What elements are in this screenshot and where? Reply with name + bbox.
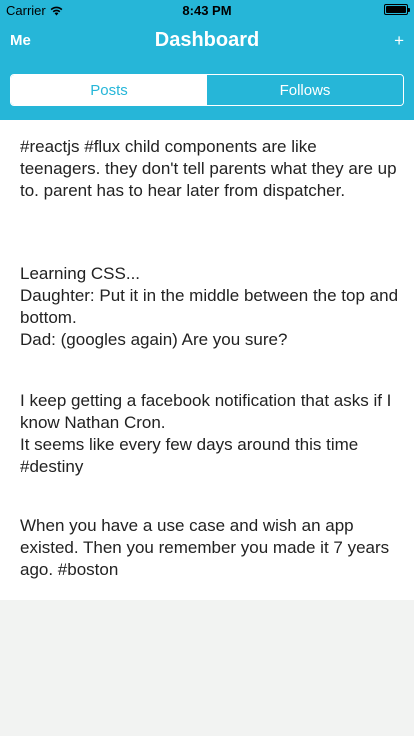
post-item[interactable]: #reactjs #flux child components are like… <box>20 136 400 202</box>
battery-level <box>386 6 406 13</box>
posts-feed: #reactjs #flux child components are like… <box>0 120 414 600</box>
tab-follows[interactable]: Follows <box>207 75 403 105</box>
header: Carrier 8:43 PM Me Dashboard + Posts Fol… <box>0 0 414 120</box>
post-item[interactable]: When you have a use case and wish an app… <box>20 515 400 581</box>
post-item[interactable]: Learning CSS... Daughter: Put it in the … <box>20 263 400 351</box>
tab-posts[interactable]: Posts <box>11 75 207 105</box>
me-button[interactable]: Me <box>10 32 31 49</box>
add-button[interactable]: + <box>394 31 404 51</box>
status-time: 8:43 PM <box>182 3 232 18</box>
navigation-bar: Me Dashboard + <box>0 20 414 64</box>
post-item[interactable]: I keep getting a facebook notification t… <box>20 390 400 478</box>
segmented-control: Posts Follows <box>10 74 404 106</box>
battery-icon <box>384 4 410 15</box>
page-title: Dashboard <box>154 29 260 51</box>
status-bar: Carrier 8:43 PM <box>0 0 414 20</box>
